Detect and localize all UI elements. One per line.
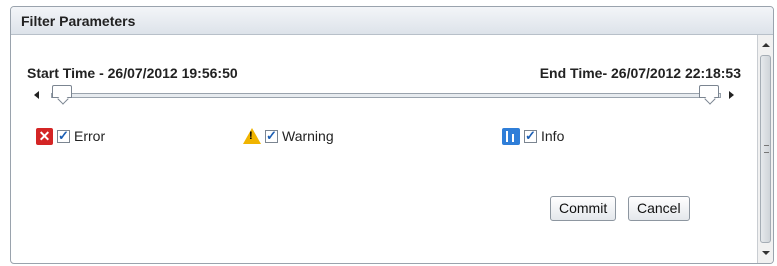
info-label: Info xyxy=(541,128,565,144)
commit-button[interactable]: Commit xyxy=(550,196,617,221)
error-label: Error xyxy=(74,128,106,144)
filter-warning: ! Warning xyxy=(243,127,334,145)
info-checkbox[interactable] xyxy=(524,128,537,144)
grip-icon xyxy=(764,145,769,153)
scroll-up-arrow-icon[interactable] xyxy=(762,43,770,47)
filter-error: ✕ Error xyxy=(36,127,105,145)
scroll-down-arrow-icon[interactable] xyxy=(762,251,770,255)
warning-label: Warning xyxy=(282,128,334,144)
warning-icon: ! xyxy=(243,128,261,144)
time-range-slider-track[interactable] xyxy=(51,93,721,98)
filter-info: Info xyxy=(502,127,564,145)
error-checkbox[interactable] xyxy=(57,128,70,144)
end-time-label: End Time- 26/07/2012 22:18:53 xyxy=(539,65,741,81)
cancel-button[interactable]: Cancel xyxy=(628,196,690,221)
filter-parameters-panel: Filter Parameters Start Time - 26/07/201… xyxy=(10,6,774,264)
info-icon xyxy=(502,127,520,145)
vertical-scrollbar[interactable] xyxy=(757,35,773,263)
slider-left-arrow-icon[interactable] xyxy=(34,91,39,99)
panel-title: Filter Parameters xyxy=(21,13,136,29)
scrollbar-thumb[interactable] xyxy=(760,55,771,243)
panel-titlebar: Filter Parameters xyxy=(11,7,773,35)
start-time-slider-handle[interactable] xyxy=(52,85,72,98)
warning-checkbox[interactable] xyxy=(265,128,278,144)
end-time-slider-handle[interactable] xyxy=(699,85,719,98)
error-icon: ✕ xyxy=(36,127,53,145)
start-time-label: Start Time - 26/07/2012 19:56:50 xyxy=(27,65,238,81)
slider-right-arrow-icon[interactable] xyxy=(729,91,734,99)
